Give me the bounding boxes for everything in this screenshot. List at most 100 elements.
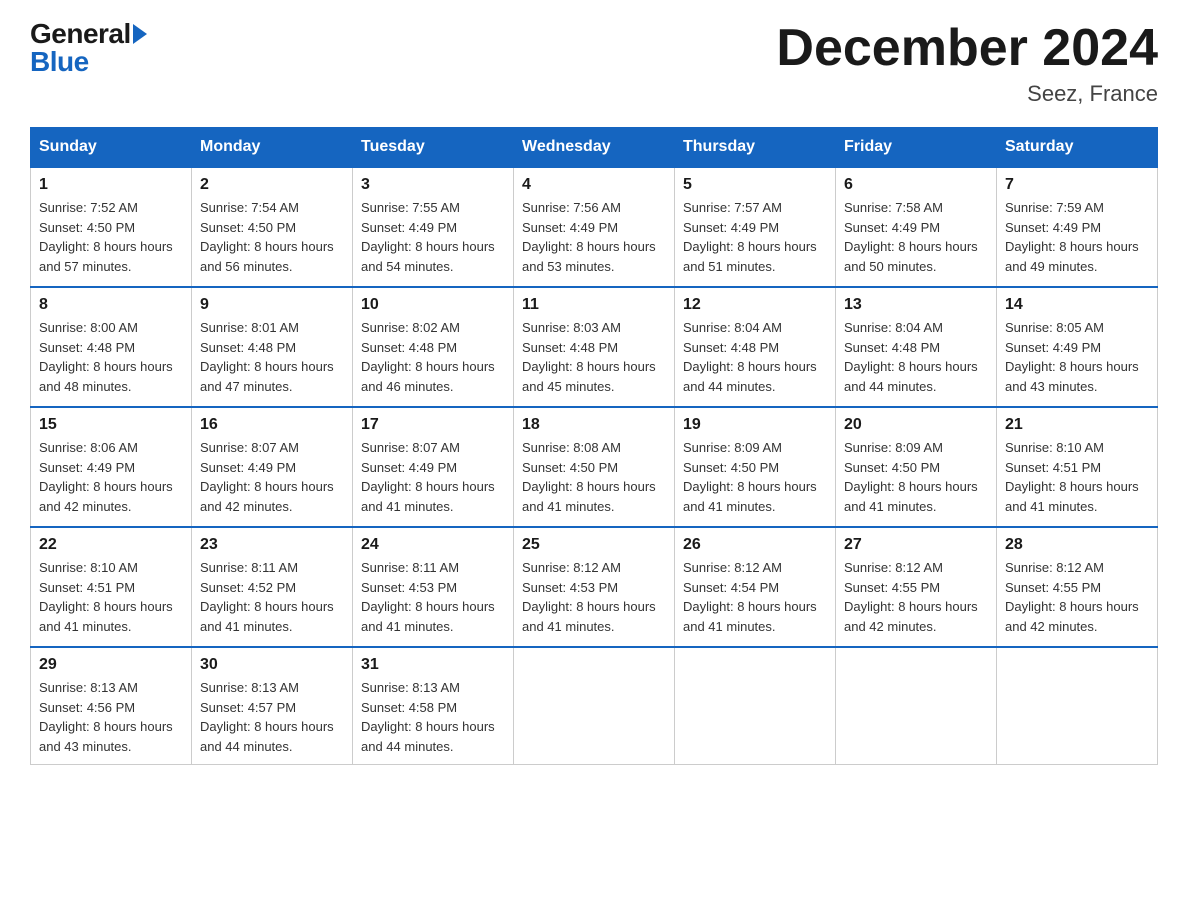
day-info: Sunrise: 7:52 AM Sunset: 4:50 PM Dayligh… (39, 198, 183, 276)
day-info: Sunrise: 8:13 AM Sunset: 4:56 PM Dayligh… (39, 678, 183, 756)
calendar-cell: 21 Sunrise: 8:10 AM Sunset: 4:51 PM Dayl… (997, 407, 1158, 527)
calendar-cell: 24 Sunrise: 8:11 AM Sunset: 4:53 PM Dayl… (353, 527, 514, 647)
day-number: 25 (522, 536, 666, 554)
day-info: Sunrise: 8:12 AM Sunset: 4:55 PM Dayligh… (1005, 558, 1149, 636)
day-number: 6 (844, 176, 988, 194)
header-wednesday: Wednesday (514, 128, 675, 168)
page-header: General Blue December 2024 Seez, France (30, 20, 1158, 107)
day-info: Sunrise: 8:08 AM Sunset: 4:50 PM Dayligh… (522, 438, 666, 516)
logo-blue-text: Blue (30, 46, 89, 77)
day-number: 4 (522, 176, 666, 194)
day-number: 26 (683, 536, 827, 554)
day-number: 22 (39, 536, 183, 554)
day-number: 28 (1005, 536, 1149, 554)
day-info: Sunrise: 7:54 AM Sunset: 4:50 PM Dayligh… (200, 198, 344, 276)
header-row: Sunday Monday Tuesday Wednesday Thursday… (31, 128, 1158, 168)
header-friday: Friday (836, 128, 997, 168)
day-info: Sunrise: 8:01 AM Sunset: 4:48 PM Dayligh… (200, 318, 344, 396)
calendar-cell: 30 Sunrise: 8:13 AM Sunset: 4:57 PM Dayl… (192, 647, 353, 765)
day-info: Sunrise: 8:00 AM Sunset: 4:48 PM Dayligh… (39, 318, 183, 396)
day-number: 29 (39, 656, 183, 674)
day-info: Sunrise: 7:57 AM Sunset: 4:49 PM Dayligh… (683, 198, 827, 276)
calendar-cell: 25 Sunrise: 8:12 AM Sunset: 4:53 PM Dayl… (514, 527, 675, 647)
calendar-cell: 26 Sunrise: 8:12 AM Sunset: 4:54 PM Dayl… (675, 527, 836, 647)
calendar-cell: 29 Sunrise: 8:13 AM Sunset: 4:56 PM Dayl… (31, 647, 192, 765)
day-info: Sunrise: 8:10 AM Sunset: 4:51 PM Dayligh… (1005, 438, 1149, 516)
logo: General Blue (30, 20, 147, 76)
day-number: 20 (844, 416, 988, 434)
calendar-cell (836, 647, 997, 765)
calendar-cell: 15 Sunrise: 8:06 AM Sunset: 4:49 PM Dayl… (31, 407, 192, 527)
day-number: 9 (200, 296, 344, 314)
day-number: 3 (361, 176, 505, 194)
day-info: Sunrise: 8:13 AM Sunset: 4:58 PM Dayligh… (361, 678, 505, 756)
day-info: Sunrise: 7:58 AM Sunset: 4:49 PM Dayligh… (844, 198, 988, 276)
calendar-cell: 6 Sunrise: 7:58 AM Sunset: 4:49 PM Dayli… (836, 167, 997, 287)
day-number: 13 (844, 296, 988, 314)
calendar-cell: 1 Sunrise: 7:52 AM Sunset: 4:50 PM Dayli… (31, 167, 192, 287)
day-number: 11 (522, 296, 666, 314)
calendar-cell: 14 Sunrise: 8:05 AM Sunset: 4:49 PM Dayl… (997, 287, 1158, 407)
day-number: 19 (683, 416, 827, 434)
day-info: Sunrise: 8:11 AM Sunset: 4:52 PM Dayligh… (200, 558, 344, 636)
day-info: Sunrise: 8:04 AM Sunset: 4:48 PM Dayligh… (683, 318, 827, 396)
day-number: 17 (361, 416, 505, 434)
calendar-cell (514, 647, 675, 765)
calendar-cell: 5 Sunrise: 7:57 AM Sunset: 4:49 PM Dayli… (675, 167, 836, 287)
day-info: Sunrise: 8:12 AM Sunset: 4:54 PM Dayligh… (683, 558, 827, 636)
logo-arrow-icon (133, 24, 147, 44)
day-info: Sunrise: 7:56 AM Sunset: 4:49 PM Dayligh… (522, 198, 666, 276)
calendar-cell: 31 Sunrise: 8:13 AM Sunset: 4:58 PM Dayl… (353, 647, 514, 765)
day-number: 7 (1005, 176, 1149, 194)
day-number: 8 (39, 296, 183, 314)
day-number: 1 (39, 176, 183, 194)
day-number: 5 (683, 176, 827, 194)
calendar-cell: 27 Sunrise: 8:12 AM Sunset: 4:55 PM Dayl… (836, 527, 997, 647)
location: Seez, France (776, 81, 1158, 107)
calendar-week-3: 15 Sunrise: 8:06 AM Sunset: 4:49 PM Dayl… (31, 407, 1158, 527)
day-number: 18 (522, 416, 666, 434)
day-number: 23 (200, 536, 344, 554)
header-saturday: Saturday (997, 128, 1158, 168)
calendar-cell: 17 Sunrise: 8:07 AM Sunset: 4:49 PM Dayl… (353, 407, 514, 527)
logo-general-text: General (30, 20, 131, 48)
day-number: 24 (361, 536, 505, 554)
day-info: Sunrise: 7:55 AM Sunset: 4:49 PM Dayligh… (361, 198, 505, 276)
calendar-cell: 16 Sunrise: 8:07 AM Sunset: 4:49 PM Dayl… (192, 407, 353, 527)
calendar-week-5: 29 Sunrise: 8:13 AM Sunset: 4:56 PM Dayl… (31, 647, 1158, 765)
calendar-cell (997, 647, 1158, 765)
header-tuesday: Tuesday (353, 128, 514, 168)
day-info: Sunrise: 8:03 AM Sunset: 4:48 PM Dayligh… (522, 318, 666, 396)
calendar-cell: 11 Sunrise: 8:03 AM Sunset: 4:48 PM Dayl… (514, 287, 675, 407)
calendar-cell: 13 Sunrise: 8:04 AM Sunset: 4:48 PM Dayl… (836, 287, 997, 407)
calendar-cell: 2 Sunrise: 7:54 AM Sunset: 4:50 PM Dayli… (192, 167, 353, 287)
day-number: 14 (1005, 296, 1149, 314)
day-info: Sunrise: 8:07 AM Sunset: 4:49 PM Dayligh… (200, 438, 344, 516)
day-number: 10 (361, 296, 505, 314)
day-info: Sunrise: 8:13 AM Sunset: 4:57 PM Dayligh… (200, 678, 344, 756)
day-number: 27 (844, 536, 988, 554)
day-info: Sunrise: 8:10 AM Sunset: 4:51 PM Dayligh… (39, 558, 183, 636)
calendar-cell: 19 Sunrise: 8:09 AM Sunset: 4:50 PM Dayl… (675, 407, 836, 527)
calendar-cell: 18 Sunrise: 8:08 AM Sunset: 4:50 PM Dayl… (514, 407, 675, 527)
day-info: Sunrise: 8:06 AM Sunset: 4:49 PM Dayligh… (39, 438, 183, 516)
day-number: 16 (200, 416, 344, 434)
calendar-cell: 10 Sunrise: 8:02 AM Sunset: 4:48 PM Dayl… (353, 287, 514, 407)
day-info: Sunrise: 8:09 AM Sunset: 4:50 PM Dayligh… (844, 438, 988, 516)
day-info: Sunrise: 8:04 AM Sunset: 4:48 PM Dayligh… (844, 318, 988, 396)
calendar-cell: 28 Sunrise: 8:12 AM Sunset: 4:55 PM Dayl… (997, 527, 1158, 647)
day-info: Sunrise: 8:09 AM Sunset: 4:50 PM Dayligh… (683, 438, 827, 516)
day-number: 12 (683, 296, 827, 314)
calendar-table: Sunday Monday Tuesday Wednesday Thursday… (30, 127, 1158, 765)
day-info: Sunrise: 8:05 AM Sunset: 4:49 PM Dayligh… (1005, 318, 1149, 396)
month-title: December 2024 (776, 20, 1158, 77)
calendar-cell: 3 Sunrise: 7:55 AM Sunset: 4:49 PM Dayli… (353, 167, 514, 287)
day-number: 21 (1005, 416, 1149, 434)
calendar-cell: 22 Sunrise: 8:10 AM Sunset: 4:51 PM Dayl… (31, 527, 192, 647)
calendar-week-1: 1 Sunrise: 7:52 AM Sunset: 4:50 PM Dayli… (31, 167, 1158, 287)
calendar-cell: 12 Sunrise: 8:04 AM Sunset: 4:48 PM Dayl… (675, 287, 836, 407)
day-number: 30 (200, 656, 344, 674)
header-sunday: Sunday (31, 128, 192, 168)
calendar-cell: 8 Sunrise: 8:00 AM Sunset: 4:48 PM Dayli… (31, 287, 192, 407)
day-info: Sunrise: 8:07 AM Sunset: 4:49 PM Dayligh… (361, 438, 505, 516)
